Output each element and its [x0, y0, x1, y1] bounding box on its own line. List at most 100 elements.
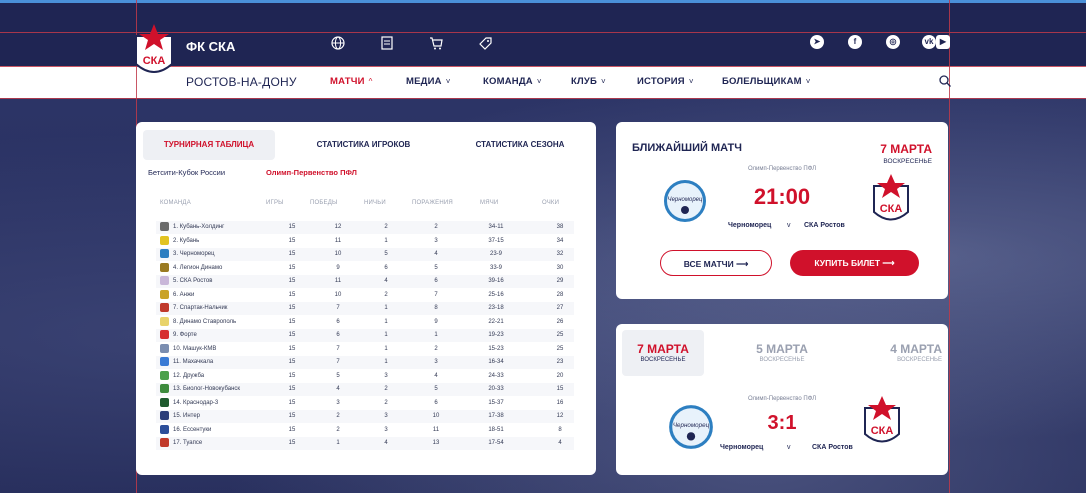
cell-goals: 15-37 — [488, 399, 504, 406]
team-name[interactable]: 9. Форте — [173, 332, 197, 338]
cell-games: 15 — [288, 251, 296, 257]
youtube-icon[interactable]: ▶ — [936, 35, 950, 49]
vk-icon[interactable]: vk — [922, 35, 936, 49]
cell-games: 15 — [288, 386, 296, 392]
document-icon[interactable] — [378, 34, 396, 52]
nav-team[interactable]: КОМАНДА ˅ — [483, 76, 542, 87]
cell-points: 34 — [556, 237, 564, 244]
table-row[interactable]: 10. Машук-КМВ 15 7 1 2 15-23 25 — [156, 343, 574, 356]
nav-history[interactable]: ИСТОРИЯ ˅ — [637, 76, 694, 87]
team-logo-icon — [160, 289, 169, 299]
table-row[interactable]: 3. Черноморец 15 10 5 4 23-9 32 — [156, 248, 574, 261]
team-name[interactable]: 14. Краснодар-3 — [173, 400, 218, 406]
team-name[interactable]: 10. Машук-КМВ — [173, 346, 216, 352]
tab-standings[interactable]: ТУРНИРНАЯ ТАБЛИЦА — [143, 130, 275, 160]
table-row[interactable]: 8. Динамо Ставрополь 15 6 1 9 22-21 26 — [156, 316, 574, 329]
cell-games: 15 — [288, 413, 296, 419]
team-name[interactable]: 13. Биолог-Новокубанск — [173, 386, 240, 392]
table-row[interactable]: 17. Туапсе 15 1 4 13 17-54 4 — [156, 437, 574, 450]
team-logo-icon — [160, 262, 169, 272]
facebook-icon[interactable]: f — [848, 35, 862, 49]
nav-club[interactable]: КЛУБ ˅ — [571, 76, 606, 87]
next-match-card: БЛИЖАЙШИЙ МАТЧ 7 МАРТА ВОСКРЕСЕНЬЕ Олимп… — [616, 122, 948, 299]
subtab-cup[interactable]: Бетсити-Кубок России — [148, 168, 225, 177]
team-name[interactable]: 2. Кубань — [173, 238, 199, 244]
team-logo-icon — [160, 222, 169, 231]
subtab-league[interactable]: Олимп-Первенство ПФЛ — [266, 168, 357, 177]
team-logo-icon — [160, 249, 169, 258]
brand-name[interactable]: ФК СКА — [186, 39, 235, 54]
cell-wins: 10 — [334, 251, 342, 257]
team-logo-icon — [160, 357, 169, 366]
cell-goals: 18-51 — [488, 426, 504, 433]
cart-icon[interactable] — [427, 34, 445, 52]
nav-matches[interactable]: МАТЧИ ^ — [330, 76, 373, 87]
cell-goals: 15-23 — [488, 345, 504, 352]
buy-ticket-button[interactable]: КУПИТЬ БИЛЕТ ⟶ — [790, 250, 919, 276]
team-name[interactable]: 1. Кубань-Холдинг — [173, 224, 224, 230]
table-row[interactable]: 14. Краснодар-3 15 3 2 6 15-37 16 — [156, 397, 574, 410]
nav-fans[interactable]: БОЛЕЛЬЩИКАМ ˅ — [722, 76, 811, 87]
globe-icon[interactable] — [329, 34, 347, 52]
tab-season-stats[interactable]: СТАТИСТИКА СЕЗОНА — [454, 130, 586, 160]
cell-games: 15 — [288, 224, 296, 230]
table-row[interactable]: 7. Спартак-Нальчик 15 7 1 8 23-18 27 — [156, 302, 574, 315]
team-name[interactable]: 17. Туапсе — [173, 440, 202, 446]
cell-wins: 3 — [336, 399, 340, 406]
table-row[interactable]: 4. Легион Динамо 15 9 6 5 33-9 30 — [156, 262, 574, 275]
team-name[interactable]: 5. СКА Ростов — [173, 278, 212, 284]
cell-points: 23 — [556, 359, 564, 365]
team-logo-icon — [160, 303, 169, 312]
club-logo[interactable]: СКА — [134, 22, 174, 82]
search-icon[interactable] — [938, 74, 952, 88]
date-tab-2[interactable]: 5 МАРТА — [734, 342, 830, 356]
cell-losses: 2 — [434, 224, 438, 230]
cell-games: 15 — [288, 440, 296, 446]
cell-wins: 11 — [334, 237, 342, 244]
date-tab-3[interactable]: 4 МАРТА — [856, 342, 942, 356]
team-logo-icon — [160, 397, 169, 407]
team-name[interactable]: 4. Легион Динамо — [173, 265, 222, 271]
cell-games: 15 — [288, 372, 296, 379]
cell-losses: 1 — [434, 332, 438, 338]
table-row[interactable]: 12. Дружба 15 5 3 4 24-33 20 — [156, 370, 574, 383]
col-losses: ПОРАЖЕНИЯ — [412, 200, 453, 206]
team-name[interactable]: 7. Спартак-Нальчик — [173, 305, 227, 311]
col-team: КОМАНДА — [160, 200, 191, 206]
nav-media[interactable]: МЕДИА ˅ — [406, 76, 451, 87]
table-row[interactable]: 6. Анжи 15 10 2 7 25-16 28 — [156, 289, 574, 302]
team-name[interactable]: 11. Махачкала — [173, 359, 213, 365]
ticket-icon[interactable] — [476, 34, 494, 52]
col-points: ОЧКИ — [542, 200, 560, 206]
table-row[interactable]: 5. СКА Ростов 15 11 4 6 39-16 29 — [156, 275, 574, 288]
cell-points: 25 — [556, 345, 564, 352]
telegram-icon[interactable]: ➤ — [810, 35, 824, 49]
table-row[interactable]: 13. Биолог-Новокубанск 15 4 2 5 20-33 15 — [156, 383, 574, 396]
all-matches-button[interactable]: ВСЕ МАТЧИ ⟶ — [660, 250, 772, 276]
table-row[interactable]: 2. Кубань 15 11 1 3 37-15 34 — [156, 235, 574, 248]
cell-games: 15 — [288, 305, 296, 311]
team-name[interactable]: 6. Анжи — [173, 292, 194, 298]
team-name[interactable]: 12. Дружба — [173, 373, 204, 379]
team-name[interactable]: 8. Динамо Ставрополь — [173, 319, 236, 325]
guide-line — [0, 98, 1086, 99]
cell-draws: 3 — [384, 372, 388, 379]
table-row[interactable]: 16. Ессентуки 15 2 3 11 18-51 8 — [156, 424, 574, 437]
standings-card: ТУРНИРНАЯ ТАБЛИЦА СТАТИСТИКА ИГРОКОВ СТА… — [136, 122, 596, 475]
result-away-logo: СКА — [864, 396, 900, 443]
table-row[interactable]: 15. Интер 15 2 3 10 17-38 12 — [156, 410, 574, 423]
table-row[interactable]: 9. Форте 15 6 1 1 19-23 25 — [156, 329, 574, 342]
team-name[interactable]: 3. Черноморец — [173, 251, 215, 257]
table-row[interactable]: 11. Махачкала 15 7 1 3 16-34 23 — [156, 356, 574, 369]
cell-losses: 10 — [432, 413, 440, 419]
cell-draws: 2 — [384, 291, 388, 298]
instagram-icon[interactable]: ◎ — [886, 35, 900, 49]
tab-player-stats[interactable]: СТАТИСТИКА ИГРОКОВ — [296, 130, 431, 160]
cell-draws: 5 — [384, 251, 388, 257]
team-logo-icon — [160, 276, 169, 285]
team-name[interactable]: 16. Ессентуки — [173, 427, 211, 433]
team-name[interactable]: 15. Интер — [173, 413, 200, 419]
cell-goals: 17-38 — [488, 413, 504, 419]
cell-games: 15 — [288, 345, 296, 352]
table-row[interactable]: 1. Кубань-Холдинг 15 12 2 2 34-11 38 — [156, 221, 574, 234]
